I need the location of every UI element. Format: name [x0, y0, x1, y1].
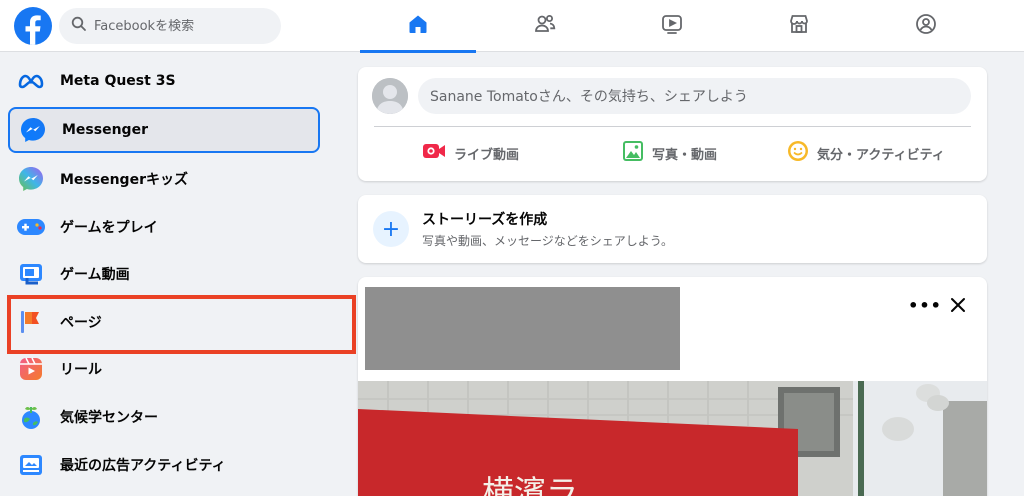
sidebar-item-climate-center[interactable]: 気候学センター	[8, 394, 320, 440]
ad-activity-icon	[16, 450, 46, 480]
avatar[interactable]	[372, 78, 408, 114]
create-story-card[interactable]: + ストーリーズを作成 写真や動画、メッセージなどをシェアしよう。	[358, 195, 987, 263]
close-icon[interactable]	[946, 293, 970, 317]
marketplace-icon	[787, 12, 811, 40]
divider	[374, 126, 971, 127]
feeling-activity-label: 気分・アクティビティ	[817, 147, 945, 163]
feeling-icon	[787, 140, 809, 166]
facebook-logo[interactable]	[14, 7, 52, 45]
sidebar-item-messenger-kids[interactable]: Messengerキッズ	[8, 156, 320, 202]
sign-text: 横濱ラ	[482, 473, 578, 496]
gaming-video-icon	[16, 259, 46, 289]
photo-icon	[622, 140, 644, 166]
video-icon	[660, 12, 684, 40]
meta-icon	[16, 66, 46, 96]
flag-icon	[16, 307, 46, 337]
live-video-icon	[422, 141, 446, 165]
feeling-activity-button[interactable]: 気分・アクティビティ	[787, 135, 945, 171]
sidebar-item-label: ゲーム動画	[60, 267, 130, 283]
sidebar-item-label: ゲームをプレイ	[60, 220, 158, 236]
climate-icon	[16, 402, 46, 432]
sidebar-item-reels[interactable]: リール	[8, 346, 320, 392]
more-icon[interactable]: •••	[908, 293, 941, 317]
search-input[interactable]	[94, 18, 264, 34]
create-story-title: ストーリーズを作成	[422, 212, 548, 228]
tab-home[interactable]	[360, 0, 476, 53]
sidebar-item-label: Messenger	[62, 122, 148, 138]
sidebar-item-pages[interactable]: ページ	[8, 299, 320, 345]
search-icon	[71, 16, 87, 36]
sidebar-item-label: 最近の広告アクティビティ	[60, 458, 226, 474]
sidebar-item-label: Meta Quest 3S	[60, 73, 176, 89]
redacted-post-header	[365, 287, 680, 370]
status-input[interactable]: Sanane Tomatoさん、その気持ち、シェアしよう	[418, 78, 971, 114]
reels-icon	[16, 354, 46, 384]
sidebar-item-recent-ad-activity[interactable]: 最近の広告アクティビティ	[8, 442, 320, 488]
messenger-kids-icon	[16, 164, 46, 194]
tab-marketplace[interactable]	[741, 0, 857, 52]
sidebar-item-label: ページ	[60, 315, 102, 331]
messenger-icon	[18, 115, 48, 145]
top-navigation-bar	[0, 0, 1024, 53]
sidebar-item-meta-quest[interactable]: Meta Quest 3S	[8, 58, 320, 104]
sidebar-item-label: 気候学センター	[60, 410, 158, 426]
sidebar-item-label: Messengerキッズ	[60, 172, 188, 188]
sidebar-item-messenger[interactable]: Messenger	[8, 107, 320, 153]
tab-watch[interactable]	[614, 0, 730, 52]
live-video-button[interactable]: ライブ動画	[422, 135, 519, 171]
sidebar-item-label: リール	[60, 362, 102, 378]
groups-icon	[914, 12, 938, 40]
search-box[interactable]	[59, 8, 281, 44]
post-composer: Sanane Tomatoさん、その気持ち、シェアしよう ライブ動画 写真・動画	[358, 67, 987, 181]
photo-video-label: 写真・動画	[652, 147, 718, 163]
plus-icon: +	[373, 211, 409, 247]
tab-groups[interactable]	[868, 0, 984, 52]
photo-video-button[interactable]: 写真・動画	[622, 135, 717, 171]
tab-friends[interactable]	[487, 0, 603, 52]
post-photo[interactable]: 横濱ラ	[358, 381, 987, 496]
gamepad-icon	[16, 212, 46, 242]
create-story-subtitle: 写真や動画、メッセージなどをシェアしよう。	[422, 234, 674, 248]
feed-post: ••• 横濱ラ	[358, 277, 987, 496]
friends-icon	[533, 12, 557, 40]
live-video-label: ライブ動画	[454, 147, 520, 163]
home-icon	[407, 13, 429, 39]
sidebar-item-play-games[interactable]: ゲームをプレイ	[8, 204, 320, 250]
sidebar-item-gaming-video[interactable]: ゲーム動画	[8, 251, 320, 297]
